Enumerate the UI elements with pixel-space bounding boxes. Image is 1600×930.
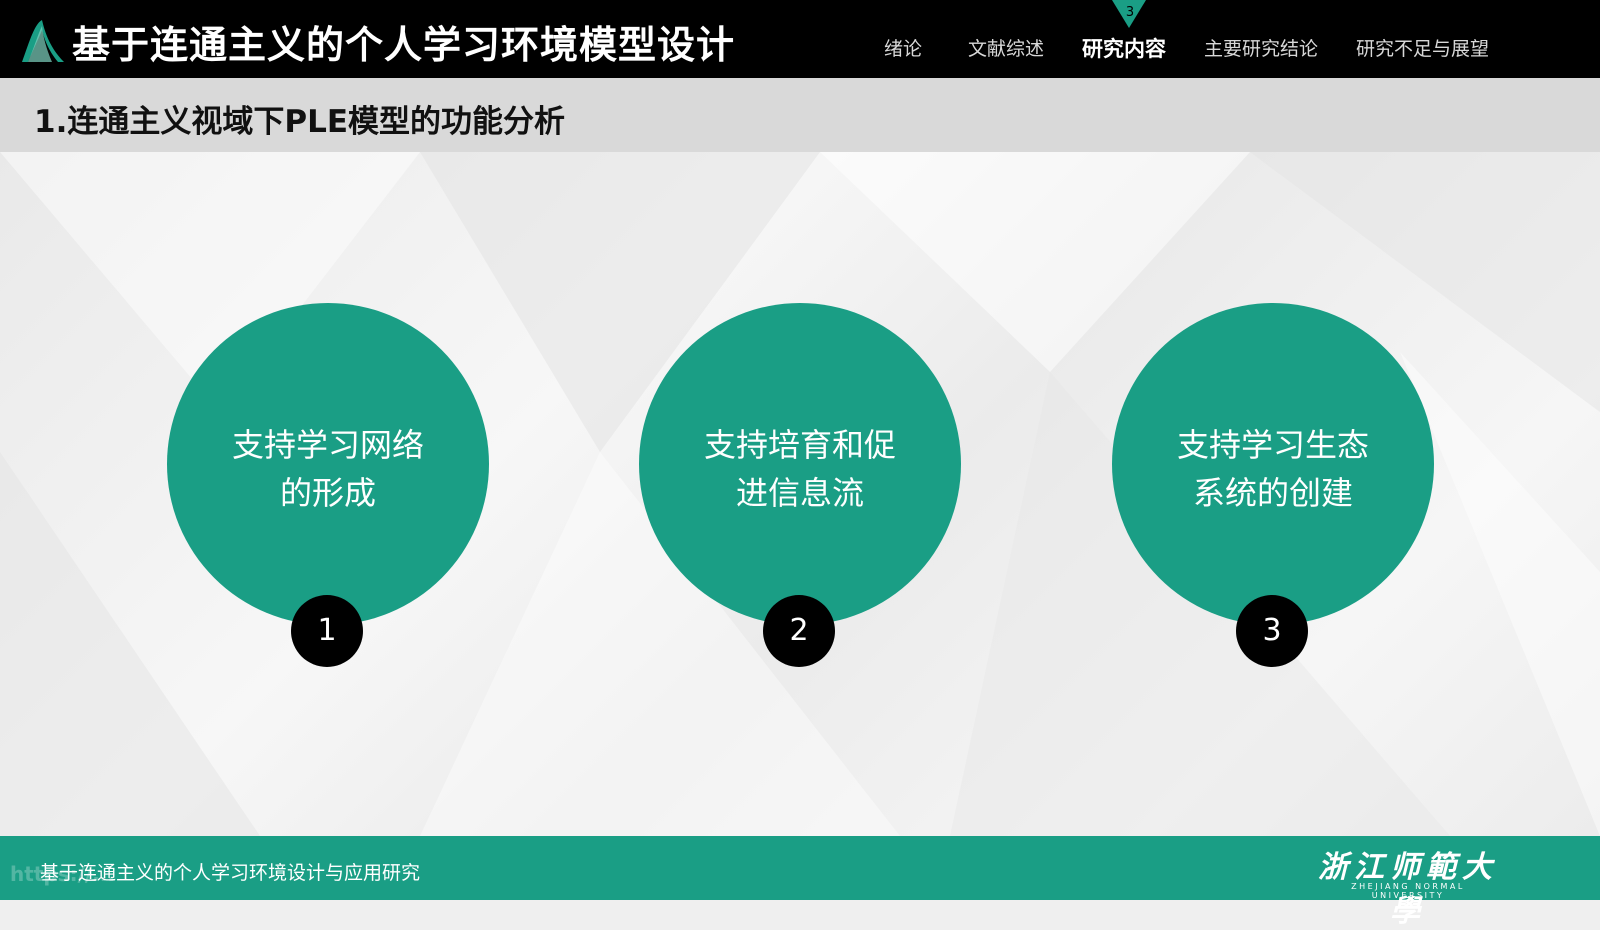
section-title: 1.连通主义视域下PLE模型的功能分析: [34, 104, 565, 140]
footer-subtitle: 基于连通主义的个人学习环境设计与应用研究: [40, 862, 421, 884]
function-text-line1: 支持学习网络: [231, 426, 424, 464]
number-badge: 1: [291, 595, 363, 667]
university-name-en: ZHEJIANG NORMAL UNIVERSITY: [1351, 882, 1465, 900]
function-text-line2: 进信息流: [735, 474, 864, 512]
number-badge: 2: [763, 595, 835, 667]
section-nav: 3 绪论 文献综述 研究内容 主要研究结论 研究不足与展望: [0, 0, 1600, 78]
nav-item-research-content[interactable]: 研究内容: [1082, 33, 1166, 63]
university-logo: 浙江师範大學 ZHEJIANG NORMAL UNIVERSITY: [1316, 842, 1500, 929]
nav-item-literature[interactable]: 文献综述: [968, 34, 1044, 61]
nav-item-intro[interactable]: 绪论: [884, 34, 922, 61]
section-header-bar: 1.连通主义视域下PLE模型的功能分析: [0, 78, 1600, 152]
function-card-2: 支持培育和促 进信息流 2: [639, 303, 961, 669]
function-text: 支持学习生态 系统的创建: [1152, 421, 1394, 517]
function-card-1: 支持学习网络 的形成 1: [167, 303, 489, 669]
function-card-3: 支持学习生态 系统的创建 3: [1112, 303, 1434, 669]
function-text-line2: 系统的创建: [1192, 474, 1353, 512]
active-section-number: 3: [1125, 5, 1135, 20]
function-text-line1: 支持学习生态: [1176, 426, 1369, 464]
function-text-line1: 支持培育和促: [703, 426, 896, 464]
footer-bar: https://... 基于连通主义的个人学习环境设计与应用研究 浙江师範大學 …: [0, 836, 1600, 929]
function-text-line2: 的形成: [279, 474, 376, 512]
nav-item-conclusions[interactable]: 主要研究结论: [1204, 34, 1318, 61]
number-badge: 3: [1236, 595, 1308, 667]
function-text: 支持培育和促 进信息流: [679, 421, 921, 517]
top-bar: 基于连通主义的个人学习环境模型设计 3 绪论 文献综述 研究内容 主要研究结论 …: [0, 0, 1600, 78]
function-text: 支持学习网络 的形成: [207, 421, 449, 517]
nav-item-outlook[interactable]: 研究不足与展望: [1356, 34, 1489, 61]
